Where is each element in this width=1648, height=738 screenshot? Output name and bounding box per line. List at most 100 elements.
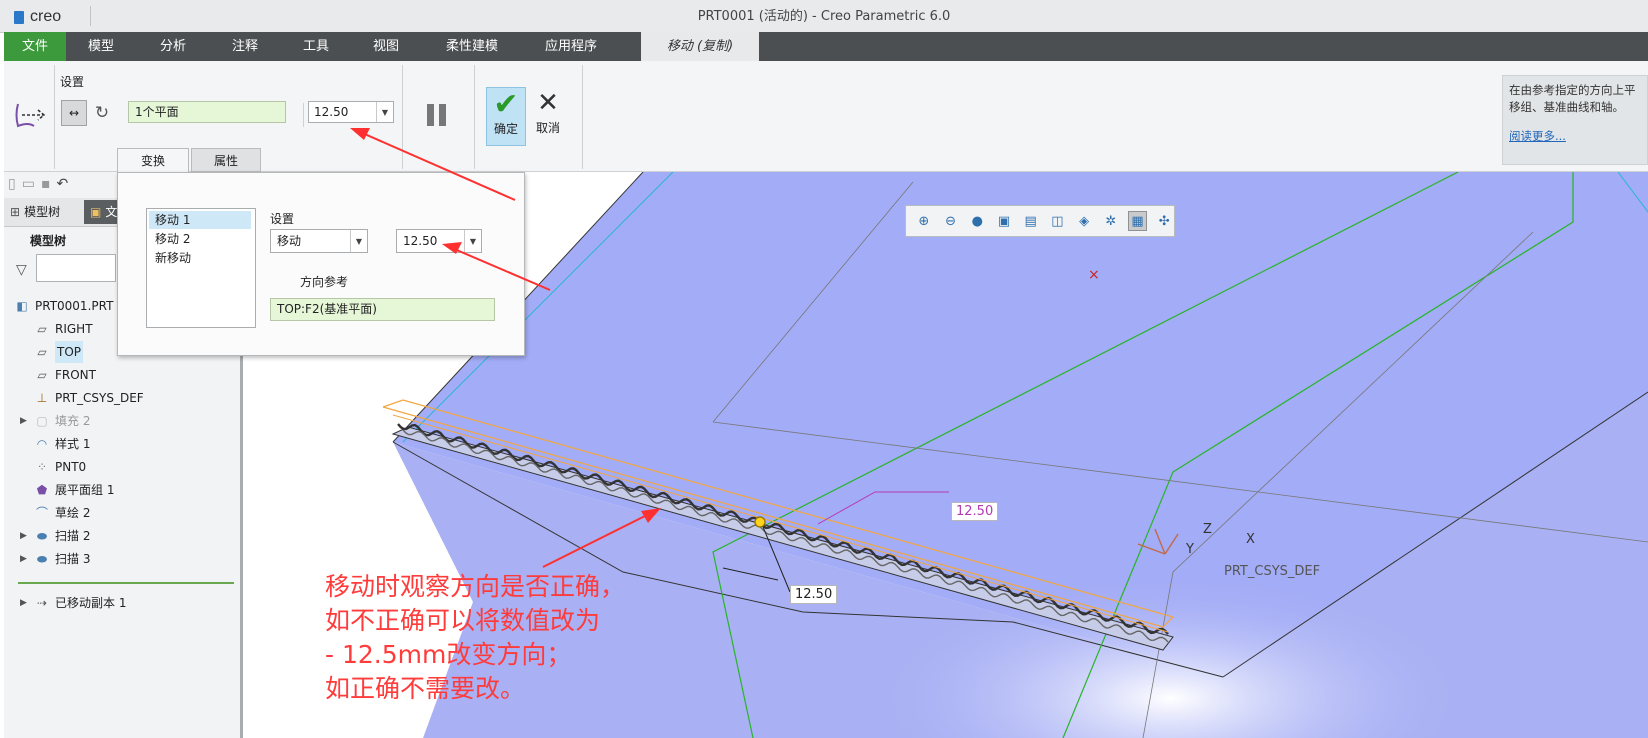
title-separator: [90, 6, 91, 26]
close-icon: ✕: [537, 88, 559, 118]
view-manager-icon[interactable]: ◫: [1048, 211, 1068, 231]
translate-button[interactable]: ↔: [61, 100, 87, 126]
annotation-note: 移动时观察方向是否正确， 如不正确可以将数值改为 - 12.5mm改变方向； 如…: [325, 570, 625, 706]
tree-item-fill[interactable]: ▶ ▢ 填充 2: [20, 410, 90, 432]
direction-reference-field[interactable]: TOP:F2(基准平面): [270, 298, 495, 321]
tree-item-front[interactable]: ▱ FRONT: [34, 364, 96, 386]
filter-icon[interactable]: ▽: [16, 262, 27, 278]
undo-icon[interactable]: ↶: [56, 176, 74, 192]
menu-view[interactable]: 视图: [357, 32, 415, 61]
tab-transform[interactable]: 变换: [117, 148, 189, 172]
display-style-icon[interactable]: ▣: [994, 211, 1014, 231]
logo-text: creo: [30, 8, 62, 25]
tree-item-label: FRONT: [55, 368, 96, 382]
tree-item-label: PRT0001.PRT: [35, 299, 114, 313]
note-line: 如不正确可以将数值改为: [325, 606, 601, 635]
ribbon-separator: [303, 103, 304, 127]
move-list: 移动 1 移动 2 新移动: [146, 208, 256, 328]
annotation-arrow: [451, 247, 551, 291]
tree-item-right[interactable]: ▱ RIGHT: [34, 318, 93, 340]
tree-item-part[interactable]: ◧ PRT0001.PRT: [14, 295, 113, 317]
move-tool-icon: [14, 100, 48, 130]
move-list-item[interactable]: 移动 1: [149, 211, 251, 229]
spin-center-icon[interactable]: ✣: [1154, 211, 1174, 231]
expand-arrow-icon[interactable]: ▶: [20, 548, 34, 570]
menu-model[interactable]: 模型: [72, 32, 130, 61]
refit-icon[interactable]: ●: [967, 211, 987, 231]
tree-item-label: 已移动副本 1: [55, 596, 127, 610]
tab-model-tree-label: 模型树: [24, 205, 61, 219]
move-type-value: 移动: [277, 234, 302, 248]
tree-search-input[interactable]: [36, 254, 116, 282]
zoom-out-icon[interactable]: ⊖: [941, 211, 961, 231]
tree-item-label: TOP: [55, 341, 84, 363]
read-more-link[interactable]: 阅读更多...: [1509, 128, 1641, 145]
note-line: - 12.5mm改变方向；: [325, 640, 572, 669]
tree-item-sketch[interactable]: ⌒ 草绘 2: [34, 502, 90, 524]
datum-plane-icon: ▱: [37, 368, 47, 382]
point-icon: ⁘: [36, 460, 48, 474]
zoom-in-icon[interactable]: ⊕: [914, 211, 934, 231]
new-file-icon[interactable]: ▯: [8, 176, 22, 192]
save-icon[interactable]: ▪: [41, 176, 57, 192]
perspective-icon[interactable]: ◈: [1074, 211, 1094, 231]
saved-views-icon[interactable]: ▤: [1021, 211, 1041, 231]
tree-item-point[interactable]: ⁘ PNT0: [34, 456, 86, 478]
tab-properties[interactable]: 属性: [191, 148, 261, 172]
note-line: 如正确不需要改。: [325, 674, 526, 703]
sweep-icon: ⬬: [36, 552, 48, 566]
tab-move-copy[interactable]: 移动 (复制): [641, 32, 759, 61]
creo-logo-icon: [14, 10, 24, 24]
rotate-icon: ↻: [94, 103, 110, 123]
tree-icon: ⊞: [10, 205, 21, 219]
sketch-icon: ⌒: [35, 506, 48, 520]
tree-item-label: 填充 2: [55, 414, 91, 428]
tree-item-label: PNT0: [55, 460, 87, 474]
annotation-arrowhead: [442, 242, 462, 254]
datum-point-marker: ×: [1088, 267, 1100, 283]
part-icon: ◧: [16, 299, 28, 313]
menu-annotate[interactable]: 注释: [216, 32, 274, 61]
dimension-label[interactable]: 12.50: [790, 585, 838, 604]
tree-item-sweep-3[interactable]: ▶ ⬬ 扫描 3: [20, 548, 90, 570]
rotate-button[interactable]: ↻: [91, 100, 113, 126]
open-file-icon[interactable]: ▭: [22, 176, 41, 192]
menu-tools[interactable]: 工具: [287, 32, 345, 61]
menu-applications[interactable]: 应用程序: [528, 32, 614, 61]
direction-reference-collector[interactable]: 1个平面: [128, 101, 286, 123]
menu-file[interactable]: 文件: [4, 32, 66, 61]
menu-analysis[interactable]: 分析: [144, 32, 202, 61]
help-text: 在由参考指定的方向上平移组、基准曲线和轴。: [1509, 83, 1636, 114]
settings-label: 设置: [60, 75, 85, 89]
tree-item-label: PRT_CSYS_DEF: [55, 391, 144, 405]
drag-handle[interactable]: [754, 516, 766, 528]
datum-display-icon[interactable]: ✲: [1101, 211, 1121, 231]
dimension-label[interactable]: 12.50: [951, 502, 999, 521]
expand-arrow-icon[interactable]: ▶: [20, 525, 34, 547]
tab-model-tree[interactable]: ⊞ 模型树: [10, 201, 60, 223]
window-title: PRT0001 (活动的) - Creo Parametric 6.0: [697, 9, 951, 24]
annotation-arrows: [350, 128, 551, 291]
tree-item-label: 草绘 2: [55, 506, 91, 520]
style-icon: ◠: [36, 437, 48, 451]
menu-flexible-modeling[interactable]: 柔性建模: [429, 32, 515, 61]
tree-item-moved-copy[interactable]: ▶ ⇢ 已移动副本 1: [20, 592, 126, 614]
move-list-item[interactable]: 移动 2: [149, 230, 251, 248]
expand-arrow-icon[interactable]: ▶: [20, 410, 34, 432]
annotation-display-icon[interactable]: ▦: [1127, 211, 1148, 231]
tree-item-flatten-quilt[interactable]: ⬟ 展平面组 1: [34, 479, 115, 501]
tree-item-style[interactable]: ◠ 样式 1: [34, 433, 91, 455]
dialog-settings-label: 设置: [270, 212, 295, 226]
translate-arrows-icon: ↔: [68, 106, 80, 120]
tree-item-csys[interactable]: ⊥ PRT_CSYS_DEF: [34, 387, 144, 409]
expand-arrow-icon[interactable]: ▶: [20, 592, 34, 614]
ribbon-separator: [582, 65, 583, 169]
csys-icon: ⊥: [36, 391, 48, 405]
tree-item-label: 扫描 2: [55, 529, 91, 543]
new-move-item[interactable]: 新移动: [149, 249, 251, 267]
chevron-down-icon[interactable]: ▼: [376, 102, 393, 122]
fill-icon: ▢: [36, 414, 48, 428]
tree-item-top[interactable]: ▱ TOP: [34, 341, 84, 363]
tree-item-sweep-2[interactable]: ▶ ⬬ 扫描 2: [20, 525, 90, 547]
tree-item-label: RIGHT: [55, 322, 93, 336]
